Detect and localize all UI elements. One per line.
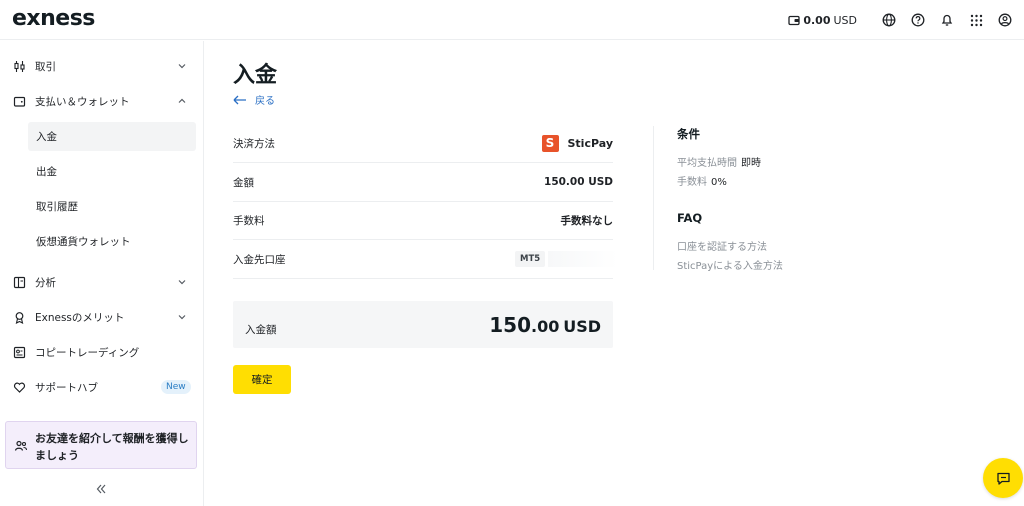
payment-method-name: SticPay bbox=[567, 136, 614, 150]
heart-icon bbox=[12, 380, 26, 394]
conditions-title: 条件 bbox=[677, 127, 700, 141]
payment-method-row: 決済方法 S SticPay bbox=[233, 124, 613, 163]
processing-label: 平均支払時間 bbox=[677, 158, 737, 169]
row-label: 金額 bbox=[233, 176, 254, 189]
payment-wallet-icon bbox=[12, 94, 26, 108]
referral-promo[interactable]: お友達を紹介して報酬を獲得しましょう bbox=[5, 421, 197, 469]
fee-value: 0% bbox=[711, 177, 727, 188]
account-type-badge: MT5 bbox=[515, 251, 546, 267]
wallet-icon bbox=[788, 15, 800, 26]
sidebar-item-label: コピートレーディング bbox=[35, 346, 140, 359]
chat-icon bbox=[996, 472, 1010, 485]
fee-row: 手数料 手数料なし bbox=[233, 201, 613, 240]
balance-display[interactable]: 0.00 USD bbox=[788, 14, 857, 27]
copy-trading-icon bbox=[12, 345, 26, 359]
row-value: 手数料なし bbox=[560, 214, 614, 227]
sidebar: 取引 支払い＆ウォレット 入金 出金 取引履歴 仮想通貨ウォレット 分析 Exn… bbox=[0, 41, 204, 506]
sidebar-subitem-crypto-wallet[interactable]: 仮想通貨ウォレット bbox=[28, 227, 196, 256]
help-icon[interactable] bbox=[907, 9, 929, 31]
confirm-button[interactable]: 確定 bbox=[233, 365, 291, 394]
sidebar-item-trading[interactable]: 取引 bbox=[0, 51, 203, 81]
new-badge: New bbox=[161, 380, 191, 394]
sidebar-subitem-withdrawal[interactable]: 出金 bbox=[28, 157, 196, 186]
apps-grid-icon[interactable] bbox=[965, 9, 987, 31]
sidebar-item-label: Exnessのメリット bbox=[35, 311, 125, 324]
sidebar-item-benefits[interactable]: Exnessのメリット bbox=[0, 302, 203, 332]
row-value: 150.00 USD bbox=[544, 176, 613, 188]
account-icon[interactable] bbox=[994, 9, 1016, 31]
sidebar-item-label: 支払い＆ウォレット bbox=[35, 95, 130, 108]
account-number-masked bbox=[548, 251, 618, 267]
deposit-account-row: 入金先口座 MT5 bbox=[233, 240, 618, 279]
faq-link-sticpay-deposit[interactable]: SticPayによる入金方法 bbox=[677, 257, 783, 272]
exness-logo[interactable]: exness bbox=[12, 6, 95, 31]
bell-icon[interactable] bbox=[936, 9, 958, 31]
balance-currency: USD bbox=[833, 13, 857, 27]
top-header: exness 0.00 USD bbox=[0, 0, 1024, 40]
header-actions: 0.00 USD bbox=[788, 0, 1016, 40]
processing-value: 即時 bbox=[741, 158, 761, 169]
analytics-icon bbox=[12, 275, 26, 289]
back-label: 戻る bbox=[255, 96, 275, 107]
sidebar-item-copy-trading[interactable]: コピートレーディング bbox=[0, 337, 203, 367]
sidebar-subitem-history[interactable]: 取引履歴 bbox=[28, 192, 196, 221]
row-label: 決済方法 bbox=[233, 137, 275, 150]
fee-info: 手数料 0% bbox=[677, 173, 727, 188]
globe-icon[interactable] bbox=[878, 9, 900, 31]
trading-icon bbox=[12, 59, 26, 73]
chevron-down-icon bbox=[178, 315, 186, 320]
faq-title: FAQ bbox=[677, 211, 703, 225]
sidebar-item-analytics[interactable]: 分析 bbox=[0, 267, 203, 297]
sidebar-subitem-deposit[interactable]: 入金 bbox=[28, 122, 196, 151]
referral-promo-text: お友達を紹介して報酬を獲得しましょう bbox=[35, 432, 189, 462]
page-title: 入金 bbox=[233, 63, 278, 88]
total-deposit-box: 入金額 150.00 USD bbox=[233, 301, 613, 348]
amount-row: 金額 150.00 USD bbox=[233, 163, 613, 202]
total-amount-decimal: .00 bbox=[531, 317, 560, 336]
sidebar-item-label: 取引 bbox=[35, 60, 56, 73]
chevron-down-icon bbox=[178, 64, 186, 69]
live-chat-button[interactable] bbox=[983, 458, 1023, 498]
total-currency: USD bbox=[563, 317, 601, 336]
chevron-down-icon bbox=[178, 280, 186, 285]
total-label: 入金額 bbox=[245, 324, 277, 336]
sidebar-item-support-hub[interactable]: サポートハブ New bbox=[0, 372, 203, 402]
processing-time: 平均支払時間 即時 bbox=[677, 154, 761, 169]
sidebar-item-label: サポートハブ bbox=[35, 381, 98, 394]
balance-amount: 0.00 bbox=[803, 13, 831, 27]
people-icon bbox=[14, 439, 28, 456]
total-amount: 150.00 USD bbox=[489, 313, 601, 337]
chevron-up-icon bbox=[178, 98, 186, 103]
faq-link-verify-account[interactable]: 口座を認証する方法 bbox=[677, 238, 767, 253]
total-amount-integer: 150 bbox=[489, 313, 532, 337]
sticpay-logo-icon: S bbox=[541, 134, 559, 152]
row-label: 手数料 bbox=[233, 214, 265, 227]
benefits-icon bbox=[12, 310, 26, 324]
sidebar-item-payments[interactable]: 支払い＆ウォレット bbox=[0, 86, 203, 116]
sidebar-item-label: 分析 bbox=[35, 276, 56, 289]
fee-label: 手数料 bbox=[677, 177, 707, 188]
vertical-divider bbox=[653, 126, 654, 270]
row-label: 入金先口座 bbox=[233, 253, 286, 266]
arrow-left-icon bbox=[233, 95, 246, 104]
sticpay-method: S SticPay bbox=[541, 134, 614, 152]
back-link[interactable]: 戻る bbox=[233, 92, 275, 107]
collapse-sidebar-icon[interactable] bbox=[93, 481, 109, 497]
